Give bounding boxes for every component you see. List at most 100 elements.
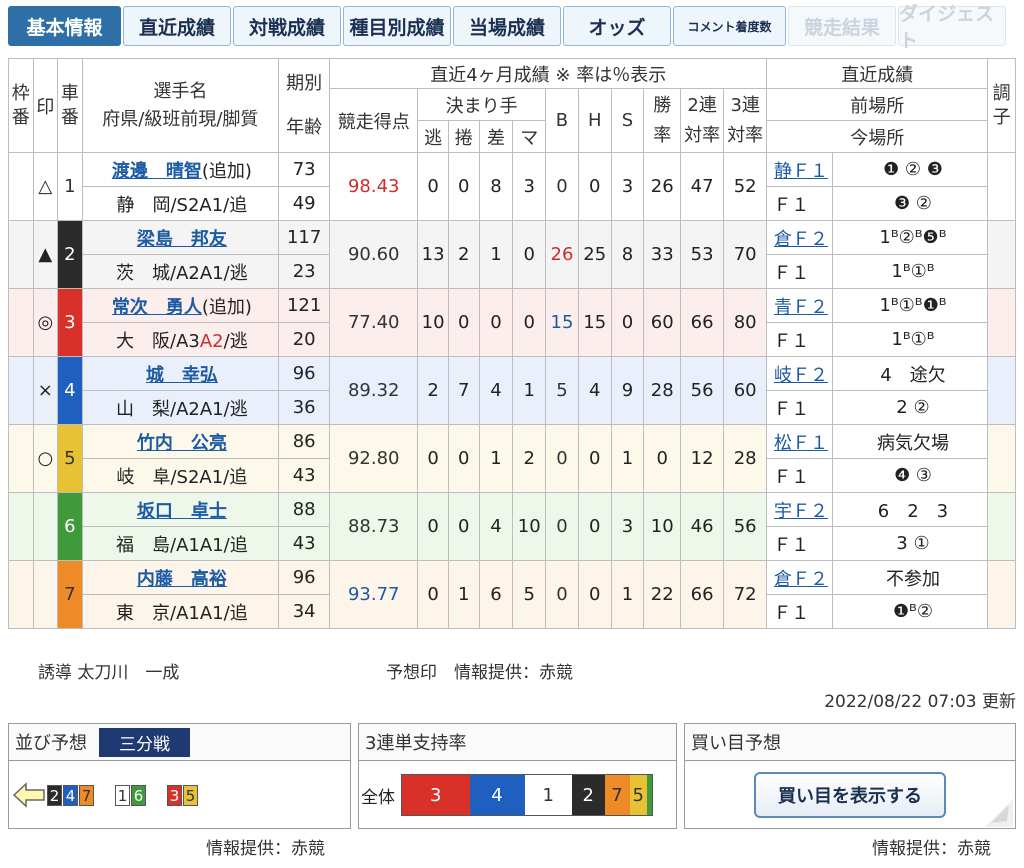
kaime-source: 情報提供：赤競	[872, 839, 991, 859]
ren2-rate: 47	[680, 152, 725, 221]
rider-extra: (追加)	[201, 160, 252, 182]
header-recent4: 直近4ヶ月成績 ※ 率は％表示	[329, 58, 768, 89]
header-condition: 調子	[987, 58, 1016, 153]
header-makuri: 捲	[447, 120, 480, 153]
s-count: 3	[610, 492, 645, 561]
rider-link[interactable]: 城 幸弘	[146, 365, 218, 386]
ma: 5	[512, 560, 547, 629]
prev-venue-link[interactable]: 倉Ｆ２	[766, 220, 833, 255]
nige: 0	[417, 560, 449, 629]
kaime-box: 買い目予想 買い目を表示する	[684, 723, 1016, 829]
guide-rider: 誘導 太刀川 一成	[38, 663, 180, 683]
waku-cell	[8, 424, 34, 493]
updated-time: 2022/08/22 07:03 更新	[824, 692, 1016, 712]
win-rate: 60	[643, 288, 682, 357]
condition-cell	[987, 492, 1016, 561]
prev-results: ❶ ② ❸	[831, 152, 989, 187]
b-count: 0	[545, 152, 579, 221]
term: 117	[278, 220, 331, 255]
this-results: 1ᴮ①ᴮ	[831, 254, 989, 289]
tab-1[interactable]: 直近成績	[123, 6, 231, 46]
score: 89.32	[329, 356, 419, 425]
rider-link[interactable]: 梁島 邦友	[137, 229, 227, 250]
sashi: 8	[478, 152, 514, 221]
prev-venue-link[interactable]: 静Ｆ１	[766, 152, 833, 187]
s-count: 0	[610, 288, 645, 357]
condition-cell	[987, 220, 1016, 289]
ren2-rate: 12	[680, 424, 725, 493]
condition-cell	[987, 288, 1016, 357]
header-h: H	[577, 88, 612, 153]
rider-link[interactable]: 坂口 卓士	[137, 501, 227, 522]
prev-venue-link[interactable]: 青Ｆ２	[766, 288, 833, 323]
prev-results: 1ᴮ②ᴮ❺ᴮ	[831, 220, 989, 255]
header-mark: 印	[32, 58, 59, 153]
score: 90.60	[329, 220, 419, 289]
arrow-left-icon	[13, 782, 45, 808]
mark	[32, 560, 59, 629]
ren3-rate: 70	[723, 220, 768, 289]
b-count: 0	[545, 492, 579, 561]
waku-cell	[8, 492, 34, 561]
header-nige: 逃	[417, 120, 449, 153]
score: 93.77	[329, 560, 419, 629]
condition-cell	[987, 356, 1016, 425]
prev-results: 不参加	[831, 560, 989, 595]
h-count: 4	[577, 356, 612, 425]
prev-venue-link[interactable]: 岐Ｆ２	[766, 356, 833, 391]
prev-venue-link[interactable]: 宇Ｆ２	[766, 492, 833, 527]
header-this-venue: 今場所	[766, 120, 989, 153]
rider-row: ◎ 3 常次 勇人(追加) 121 77.40 10 0 0 0 15 15 0…	[8, 288, 1016, 357]
rider-row: 6 坂口 卓士 88 88.73 0 0 4 10 0 0 3 10 46 56…	[8, 492, 1016, 561]
tab-6[interactable]: コメント着度数	[673, 6, 786, 46]
ma: 0	[512, 220, 547, 289]
tab-0[interactable]: 基本情報	[8, 6, 121, 46]
waku-cell	[8, 356, 34, 425]
kaime-title: 買い目予想	[685, 724, 1015, 761]
rider-link[interactable]: 常次 勇人	[112, 297, 202, 318]
header-s: S	[610, 88, 645, 153]
support-segment: 3	[402, 775, 470, 815]
waku-cell	[8, 560, 34, 629]
makuri: 7	[447, 356, 480, 425]
page-curl-icon	[985, 799, 1013, 827]
rider-pref: 大 阪/A3A2/逃	[81, 322, 280, 357]
show-kaime-button[interactable]: 買い目を表示する	[754, 772, 946, 818]
makuri: 2	[447, 220, 480, 289]
narabi-car: 2	[47, 784, 62, 806]
tab-4[interactable]: 当場成績	[453, 6, 561, 46]
rider-link[interactable]: 渡邊 晴智	[112, 161, 202, 182]
prev-venue-link[interactable]: 倉Ｆ２	[766, 560, 833, 595]
nige: 13	[417, 220, 449, 289]
narabi-car: 5	[183, 784, 198, 806]
mark: ◎	[32, 288, 59, 357]
ren2-rate: 53	[680, 220, 725, 289]
score: 77.40	[329, 288, 419, 357]
score: 92.80	[329, 424, 419, 493]
prev-results: 6 2 3	[831, 492, 989, 527]
rider-link[interactable]: 竹内 公亮	[137, 433, 227, 454]
waku-cell	[8, 220, 34, 289]
rider-pref: 山 梨/A2A1/逃	[81, 390, 280, 425]
win-rate: 22	[643, 560, 682, 629]
header-car: 車番	[57, 58, 83, 153]
this-venue: Ｆ１	[766, 322, 833, 357]
age: 34	[278, 594, 331, 629]
prev-venue-link[interactable]: 松Ｆ１	[766, 424, 833, 459]
ma: 2	[512, 424, 547, 493]
term: 86	[278, 424, 331, 459]
tab-2[interactable]: 対戦成績	[233, 6, 341, 46]
mark: ▲	[32, 220, 59, 289]
this-results: 1ᴮ①ᴮ	[831, 322, 989, 357]
tab-5[interactable]: オッズ	[563, 6, 671, 46]
mark	[32, 492, 59, 561]
h-count: 25	[577, 220, 612, 289]
ren2-rate: 46	[680, 492, 725, 561]
this-results: 2 ②	[831, 390, 989, 425]
this-results: ❸ ②	[831, 186, 989, 221]
rider-link[interactable]: 内藤 高裕	[137, 569, 227, 590]
waku-cell	[8, 152, 34, 221]
win-rate: 26	[643, 152, 682, 221]
tab-3[interactable]: 種目別成績	[343, 6, 451, 46]
header-score: 競走得点	[329, 88, 419, 153]
